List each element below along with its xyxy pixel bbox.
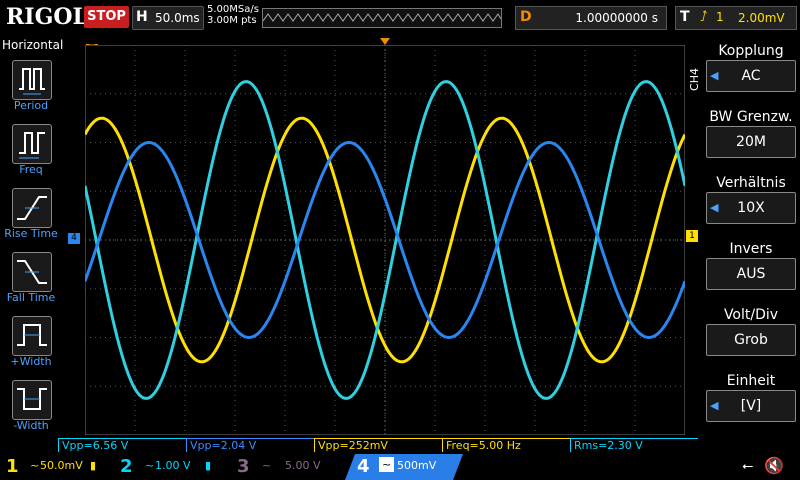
fall-time-label: Fall Time — [6, 291, 56, 304]
measurement-vpp-ch4[interactable]: Vpp=2.04 V — [186, 438, 314, 452]
period-icon — [19, 68, 45, 95]
channel-4-scale: 500mV — [397, 459, 437, 472]
pos-width-label: +Width — [10, 355, 52, 368]
probe-ratio-value[interactable]: ◀ 10X — [706, 192, 796, 224]
unit-title: Einheit — [726, 373, 776, 389]
rise-time-label: Rise Time — [4, 227, 58, 240]
channel-2-scale: 1.00 V — [155, 459, 191, 472]
measurement-vpp-ch2[interactable]: Vpp=6.56 V — [58, 438, 186, 452]
coupling-ac-icon: ~ — [145, 459, 155, 472]
channel-1-scale: 50.0mV — [40, 459, 83, 472]
channel-2-number: 2 — [120, 456, 133, 477]
unit-group[interactable]: Einheit ◀ [V] — [704, 372, 798, 422]
memory-depth: 3.00M pts — [207, 15, 257, 26]
bandwidth-value[interactable]: 20M — [706, 126, 796, 158]
rising-edge-icon: ⭜ — [700, 9, 708, 25]
delay-key: D — [520, 9, 532, 25]
trigger-level: 2.00mV — [738, 11, 785, 25]
trigger-source: 1 — [716, 10, 724, 24]
pos-width-button[interactable] — [12, 316, 52, 356]
channel-1-number: 1 — [6, 456, 19, 477]
top-status-bar: RIGOL STOP H 50.0ms 5.00MSa/s 3.00M pts … — [0, 0, 800, 36]
left-arrow-icon: ◀ — [710, 69, 719, 82]
channel-3-button[interactable]: 3 ~ 5.00 V — [232, 454, 342, 480]
memory-overview-wave — [263, 13, 501, 22]
channel-3-scale: 5.00 V — [285, 459, 321, 472]
freq-label: Freq — [19, 163, 43, 176]
ch4-offset-marker[interactable]: 4 — [68, 233, 80, 244]
measurement-vpp-ch1[interactable]: Vpp=252mV — [314, 438, 442, 452]
brand-logo: RIGOL — [6, 4, 88, 30]
coupling-ac-icon: ~ — [30, 459, 40, 472]
measure-menu: Horizontal Period Freq Rise Time Fall Ti… — [0, 38, 63, 458]
left-arrow-icon: ◀ — [710, 201, 719, 214]
coupling-title: Kopplung — [718, 43, 784, 59]
horizontal-timebase[interactable]: H 50.0ms — [132, 6, 204, 30]
timebase-value: 50.0ms — [155, 11, 200, 25]
channel-4-number: 4 — [357, 456, 370, 477]
measurement-results: Vpp=6.56 V Vpp=2.04 V Vpp=252mV Freq=5.0… — [58, 438, 700, 452]
unit-value[interactable]: ◀ [V] — [706, 390, 796, 422]
neg-width-icon — [17, 388, 47, 410]
probe-ratio-group[interactable]: Verhältnis ◀ 10X — [704, 174, 798, 224]
freq-icon — [19, 132, 45, 159]
channel-3-number: 3 — [237, 456, 250, 477]
channel-2-button[interactable]: 2 ~ 1.00 V ▮ — [115, 454, 225, 480]
probe-ratio-title: Verhältnis — [716, 175, 786, 191]
delay-value: 1.00000000 s — [575, 11, 658, 25]
speaker-mute-icon[interactable]: 🔇 — [764, 456, 784, 475]
coupling-group[interactable]: Kopplung ◀ AC — [704, 42, 798, 92]
measurement-rms-ch2[interactable]: Rms=2.30 V — [570, 438, 698, 452]
fall-time-button[interactable] — [12, 252, 52, 292]
trigger-key: T — [680, 9, 690, 25]
invert-group[interactable]: Invers AUS — [704, 240, 798, 290]
sample-rate: 5.00MSa/s — [207, 4, 259, 15]
invert-value[interactable]: AUS — [706, 258, 796, 290]
trigger-time-marker[interactable] — [380, 38, 390, 45]
freq-button[interactable] — [12, 124, 52, 164]
fall-time-icon — [17, 260, 47, 284]
coupling-ac-icon: ~ — [262, 459, 272, 472]
volts-div-value[interactable]: Grob — [706, 324, 796, 356]
measurement-freq-ch1[interactable]: Freq=5.00 Hz — [442, 438, 570, 452]
left-arrow-icon: ◀ — [710, 399, 719, 412]
acquisition-info: 5.00MSa/s 3.00M pts — [207, 4, 259, 26]
period-button[interactable] — [12, 60, 52, 100]
battery-icon: ▮ — [90, 459, 97, 472]
neg-width-label: -Width — [13, 419, 49, 432]
coupling-value[interactable]: ◀ AC — [706, 60, 796, 92]
battery-icon: ▮ — [205, 459, 212, 472]
rise-time-button[interactable] — [12, 188, 52, 228]
delay-setting[interactable]: D 1.00000000 s — [515, 6, 667, 30]
bandwidth-title: BW Grenzw. — [709, 109, 793, 125]
pos-width-icon — [17, 324, 47, 346]
run-stop-button[interactable]: STOP — [84, 6, 129, 28]
channel-settings-menu: Kopplung ◀ AC BW Grenzw. 20M Verhältnis ◀… — [704, 40, 800, 435]
channel-1-button[interactable]: 1 ~ 50.0mV ▮ — [0, 454, 110, 480]
memory-overview-strip — [262, 8, 502, 28]
channel-status-bar: 1 ~ 50.0mV ▮ 2 ~ 1.00 V ▮ 3 ~ 5.00 V 4 ~… — [0, 454, 800, 480]
coupling-ac-icon: ~ — [379, 457, 394, 472]
channel-menu-tag: CH4 — [688, 68, 701, 91]
volts-div-group[interactable]: Volt/Div Grob — [704, 306, 798, 356]
invert-title: Invers — [729, 241, 773, 257]
waveform-display[interactable] — [85, 45, 685, 435]
measure-menu-title: Horizontal — [2, 38, 64, 52]
ch1-offset-marker[interactable]: 1 — [686, 230, 698, 242]
rise-time-icon — [17, 196, 47, 220]
neg-width-button[interactable] — [12, 380, 52, 420]
trigger-setting[interactable]: T ⭜ 1 2.00mV — [675, 6, 797, 30]
channel-4-button[interactable]: 4 ~ 500mV — [345, 454, 463, 480]
volts-div-title: Volt/Div — [723, 307, 779, 323]
bandwidth-group[interactable]: BW Grenzw. 20M — [704, 108, 798, 158]
usb-icon: ⭠ — [742, 458, 754, 474]
horizontal-key: H — [136, 9, 148, 25]
period-label: Period — [13, 99, 49, 112]
